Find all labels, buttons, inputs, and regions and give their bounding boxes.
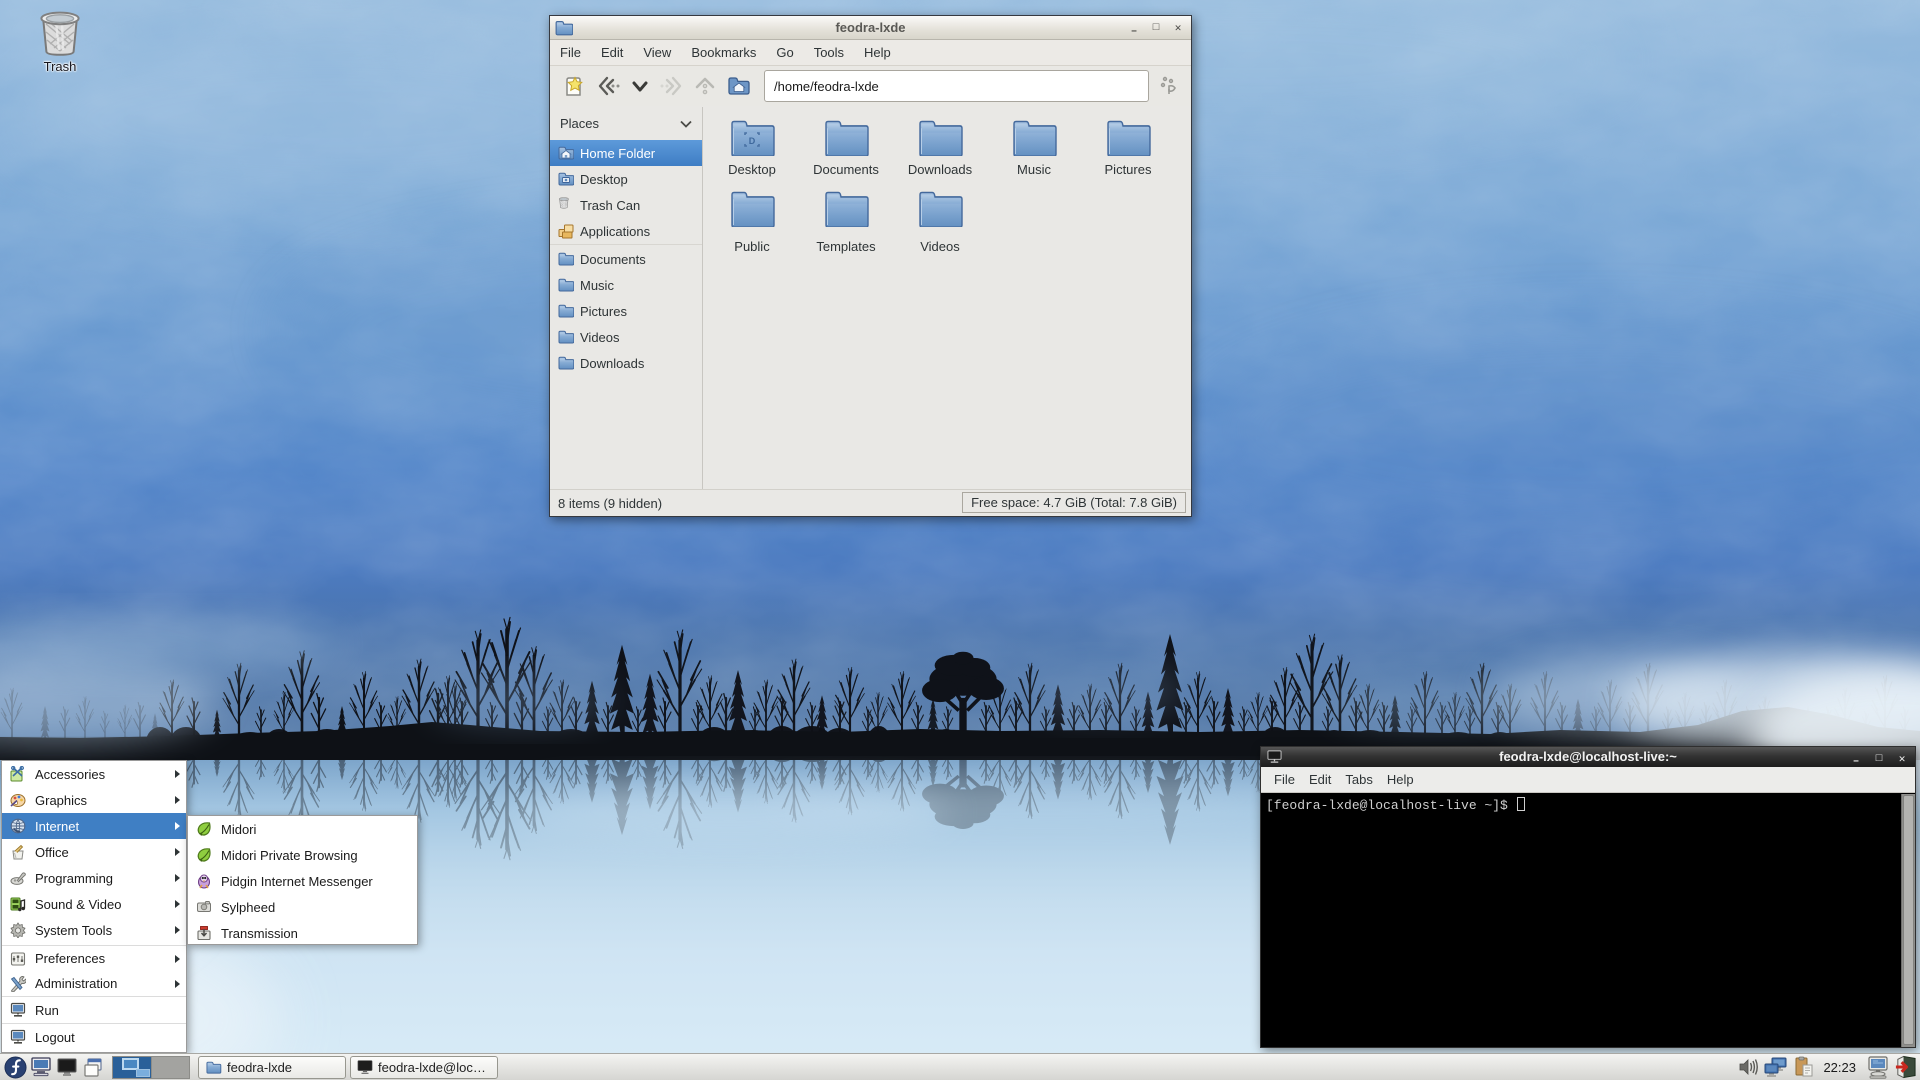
svg-text:D: D <box>749 136 756 146</box>
